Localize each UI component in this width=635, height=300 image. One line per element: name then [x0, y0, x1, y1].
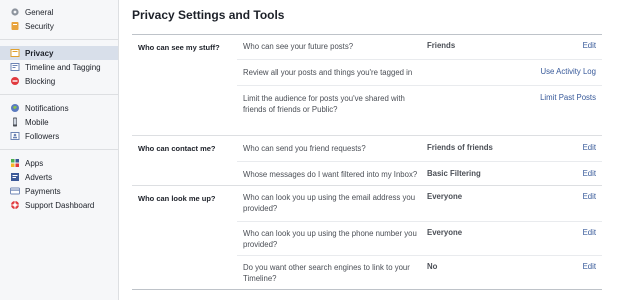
setting-question: Do you want other search engines to link… — [243, 263, 410, 283]
setting-value: Basic Filtering — [427, 169, 481, 178]
privacy-settings-table: Who can see my stuff? Who can see your f… — [132, 34, 602, 290]
table-row: Review all your posts and things you're … — [237, 59, 602, 85]
sidebar-divider — [0, 39, 118, 40]
section-who-can-contact: Who can contact me? Who can send you fri… — [132, 135, 602, 185]
sidebar-item-label: Apps — [25, 158, 44, 168]
sidebar-group-privacy: Privacy Timeline and Tagging Blocking — [0, 46, 118, 88]
page-title: Privacy Settings and Tools — [132, 8, 285, 22]
setting-question: Whose messages do I want filtered into m… — [243, 170, 418, 179]
sidebar-group-account: General Security — [0, 5, 118, 33]
setting-question: Who can send you friend requests? — [243, 144, 366, 153]
table-row: Do you want other search engines to link… — [237, 255, 602, 289]
mobile-icon — [10, 117, 20, 127]
followers-icon — [10, 131, 20, 141]
setting-value: Friends of friends — [427, 143, 493, 152]
section-title: Who can look me up? — [138, 194, 216, 203]
section-title: Who can contact me? — [138, 144, 216, 153]
limit-past-posts-link[interactable]: Limit Past Posts — [540, 93, 596, 102]
sidebar-item-label: Notifications — [25, 103, 69, 113]
setting-value: Friends — [427, 41, 456, 50]
sidebar-item-label: Timeline and Tagging — [25, 62, 101, 72]
edit-link[interactable]: Edit — [583, 192, 596, 201]
sidebar-item-support-dashboard[interactable]: Support Dashboard — [0, 198, 118, 212]
sidebar-item-notifications[interactable]: Notifications — [0, 101, 118, 115]
table-row: Who can send you friend requests? Friend… — [237, 136, 602, 161]
lock-icon — [10, 48, 20, 58]
setting-value: No — [427, 262, 438, 271]
sidebar-item-general[interactable]: General — [0, 5, 118, 19]
section-who-can-see: Who can see my stuff? Who can see your f… — [132, 35, 602, 135]
sidebar-item-label: Blocking — [25, 76, 56, 86]
edit-link[interactable]: Edit — [583, 228, 596, 237]
setting-question: Review all your posts and things you're … — [243, 68, 413, 77]
table-row: Whose messages do I want filtered into m… — [237, 161, 602, 185]
sidebar-item-label: Followers — [25, 131, 60, 141]
edit-link[interactable]: Edit — [583, 143, 596, 152]
setting-question: Who can see your future posts? — [243, 42, 354, 51]
sidebar-group-notifications: Notifications Mobile Followers — [0, 101, 118, 143]
setting-value: Everyone — [427, 192, 463, 201]
gear-icon — [10, 7, 20, 17]
sidebar-group-apps: Apps Adverts Payments Support Dashboard — [0, 156, 118, 212]
badge-icon — [10, 21, 20, 31]
table-row: Who can look you up using the phone numb… — [237, 221, 602, 255]
sidebar-item-label: Support Dashboard — [25, 200, 95, 210]
blocking-icon — [10, 76, 20, 86]
sidebar-item-label: Payments — [25, 186, 61, 196]
setting-value: Everyone — [427, 228, 463, 237]
sidebar-item-label: General — [25, 7, 54, 17]
setting-question: Limit the audience for posts you've shar… — [243, 94, 405, 114]
table-row: Who can look you up using the email addr… — [237, 186, 602, 221]
sidebar-item-label: Adverts — [25, 172, 53, 182]
sidebar-item-blocking[interactable]: Blocking — [0, 74, 118, 88]
setting-question: Who can look you up using the email addr… — [243, 193, 416, 213]
sidebar-divider — [0, 94, 118, 95]
adverts-icon — [10, 172, 20, 182]
sidebar-item-privacy[interactable]: Privacy — [0, 46, 118, 60]
table-row: Who can see your future posts? Friends E… — [237, 35, 602, 59]
sidebar-item-payments[interactable]: Payments — [0, 184, 118, 198]
sidebar-item-timeline-tagging[interactable]: Timeline and Tagging — [0, 60, 118, 74]
sidebar-item-label: Security — [25, 21, 54, 31]
table-row: Limit the audience for posts you've shar… — [237, 85, 602, 134]
section-title: Who can see my stuff? — [138, 43, 220, 52]
sidebar-item-mobile[interactable]: Mobile — [0, 115, 118, 129]
sidebar-item-label: Mobile — [25, 117, 49, 127]
sidebar-divider — [0, 149, 118, 150]
sidebar-item-adverts[interactable]: Adverts — [0, 170, 118, 184]
sidebar-item-apps[interactable]: Apps — [0, 156, 118, 170]
timeline-icon — [10, 62, 20, 72]
payments-icon — [10, 186, 20, 196]
edit-link[interactable]: Edit — [583, 41, 596, 50]
section-who-can-look-up: Who can look me up? Who can look you up … — [132, 185, 602, 289]
edit-link[interactable]: Edit — [583, 262, 596, 271]
settings-sidebar: General Security Privacy Timeline and Ta… — [0, 0, 119, 300]
globe-icon — [10, 103, 20, 113]
sidebar-item-label: Privacy — [25, 48, 54, 58]
support-icon — [10, 200, 20, 210]
edit-link[interactable]: Edit — [583, 169, 596, 178]
use-activity-log-link[interactable]: Use Activity Log — [541, 67, 596, 76]
sidebar-item-security[interactable]: Security — [0, 19, 118, 33]
apps-icon — [10, 158, 20, 168]
sidebar-item-followers[interactable]: Followers — [0, 129, 118, 143]
setting-question: Who can look you up using the phone numb… — [243, 229, 417, 249]
